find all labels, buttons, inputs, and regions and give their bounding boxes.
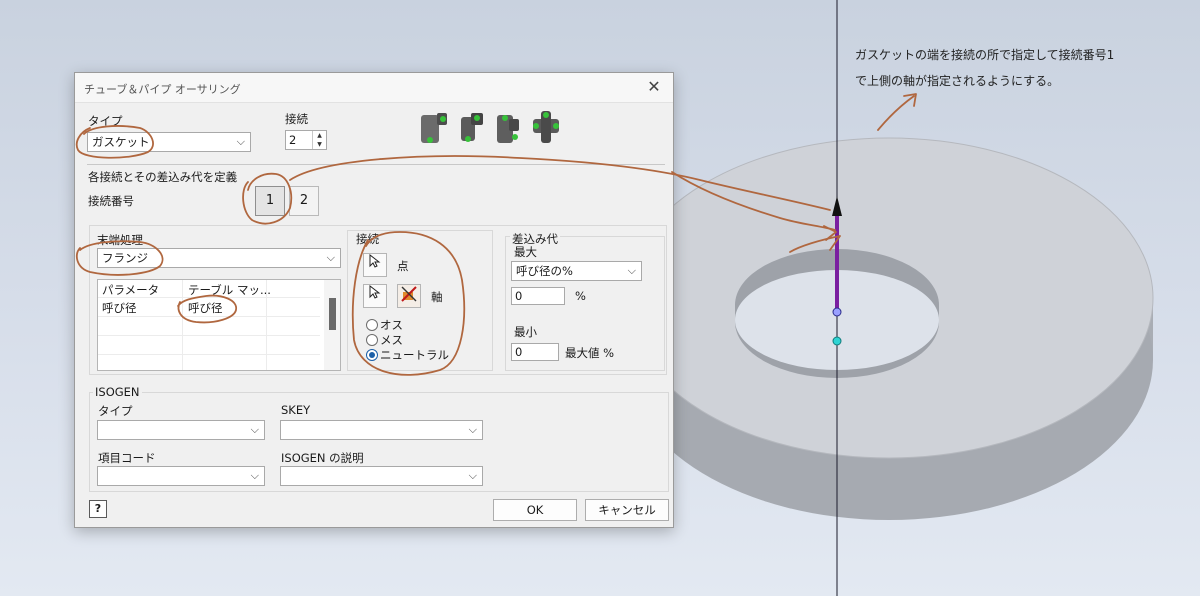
gender-radio-male[interactable]: オス	[366, 317, 403, 333]
tube-pipe-authoring-dialog: チューブ＆パイプ オーサリング ✕ タイプ ガスケット ⌵ 接続 2 ▲ ▼ 各…	[74, 72, 674, 528]
gender-neutral-label: ニュートラル	[380, 348, 449, 362]
fitting-icon-2	[461, 113, 483, 142]
connections-label: 接続	[285, 112, 308, 126]
isogen-description-label: ISOGEN の説明	[281, 451, 364, 465]
dialog-titlebar: チューブ＆パイプ オーサリング ✕	[75, 73, 673, 103]
isogen-description-dropdown[interactable]: ⌵	[280, 466, 483, 486]
define-section-label: 各接続とその差込み代を定義	[88, 170, 238, 184]
type-dropdown[interactable]: ガスケット ⌵	[87, 132, 251, 152]
fitting-icon-4	[533, 111, 559, 143]
center-point	[832, 336, 842, 346]
end-treatment-value: フランジ	[102, 251, 148, 265]
scrollbar-thumb[interactable]	[329, 298, 336, 330]
min-unit-label: 最大値 %	[565, 346, 615, 360]
gender-radio-female[interactable]: メス	[366, 332, 403, 348]
isogen-group-label: ISOGEN	[93, 385, 142, 399]
radio-button-selected[interactable]	[366, 349, 378, 361]
connection-number-1-button[interactable]: 1	[255, 186, 285, 216]
max-mode-dropdown[interactable]: 呼び径の% ⌵	[511, 261, 642, 281]
gender-male-label: オス	[380, 318, 403, 332]
isogen-type-dropdown[interactable]: ⌵	[97, 420, 265, 440]
min-label: 最小	[514, 325, 537, 339]
help-icon[interactable]: ?	[89, 500, 107, 518]
axis-select-icon	[401, 286, 417, 302]
max-mode-value: 呼び径の%	[516, 264, 573, 278]
arrow-cursor-icon	[369, 253, 381, 268]
max-value-input[interactable]: 0	[511, 287, 565, 305]
chevron-down-icon: ⌵	[326, 251, 335, 264]
table-cell-table-map[interactable]: 呼び径	[188, 300, 223, 316]
min-value-input[interactable]: 0	[511, 343, 559, 361]
skey-dropdown[interactable]: ⌵	[280, 420, 483, 440]
gender-female-label: メス	[380, 333, 403, 347]
chevron-down-icon: ⌵	[627, 264, 636, 277]
table-cell-parameter[interactable]: 呼び径	[102, 300, 137, 316]
gender-radio-neutral[interactable]: ニュートラル	[366, 347, 449, 363]
item-code-dropdown[interactable]: ⌵	[97, 466, 265, 486]
table-header-parameter: パラメータ	[102, 283, 160, 297]
chevron-down-icon: ⌵	[468, 423, 477, 436]
table-scrollbar[interactable]	[324, 280, 340, 370]
separator	[87, 164, 665, 165]
fitting-icon-3	[497, 115, 519, 143]
stepper-arrows-icon[interactable]: ▲ ▼	[312, 131, 326, 149]
type-label: タイプ	[88, 114, 123, 128]
isogen-type-label: タイプ	[98, 404, 133, 418]
annotation-line-2: で上側の軸が指定されるようにする。	[855, 74, 1060, 88]
connection-number-2-button[interactable]: 2	[289, 186, 319, 216]
annotation-line-1: ガスケットの端を接続の所で指定して接続番号1	[855, 48, 1115, 62]
radio-button[interactable]	[366, 334, 378, 346]
end-treatment-label: 末端処理	[97, 233, 143, 247]
type-value: ガスケット	[92, 135, 150, 149]
skey-label: SKEY	[281, 403, 311, 417]
parameter-table[interactable]: パラメータ テーブル マッ... 呼び径 呼び径	[97, 279, 341, 371]
connection-group-label: 接続	[356, 232, 379, 246]
max-unit-label: %	[575, 289, 586, 303]
fitting-type-icons[interactable]	[415, 107, 575, 149]
ok-button[interactable]: OK	[493, 499, 577, 521]
dialog-title: チューブ＆パイプ オーサリング	[84, 83, 241, 96]
table-header-table-map: テーブル マッ...	[188, 283, 271, 297]
connections-value: 2	[289, 133, 297, 147]
radio-button[interactable]	[366, 319, 378, 331]
cancel-button[interactable]: キャンセル	[585, 499, 669, 521]
connection-number-label: 接続番号	[88, 194, 134, 208]
connection-point	[832, 307, 842, 317]
end-treatment-dropdown[interactable]: フランジ ⌵	[97, 248, 341, 268]
close-icon[interactable]: ✕	[645, 78, 663, 96]
connections-stepper[interactable]: 2 ▲ ▼	[285, 130, 327, 150]
chevron-down-icon: ⌵	[250, 423, 259, 436]
fitting-icon-1	[421, 113, 447, 143]
point-label: 点	[397, 259, 409, 273]
chevron-down-icon: ⌵	[236, 135, 245, 148]
point-select-button[interactable]	[363, 253, 387, 277]
item-code-label: 項目コード	[98, 451, 156, 465]
chevron-down-icon: ⌵	[468, 469, 477, 482]
arrow-cursor-icon	[369, 284, 381, 299]
axis-flip-button[interactable]	[397, 284, 421, 308]
annotation-note: ガスケットの端を接続の所で指定して接続番号1 で上側の軸が指定されるようにする。	[855, 42, 1185, 94]
max-label: 最大	[514, 245, 537, 259]
chevron-down-icon: ⌵	[250, 469, 259, 482]
axis-label: 軸	[431, 290, 443, 304]
axis-select-button[interactable]	[363, 284, 387, 308]
